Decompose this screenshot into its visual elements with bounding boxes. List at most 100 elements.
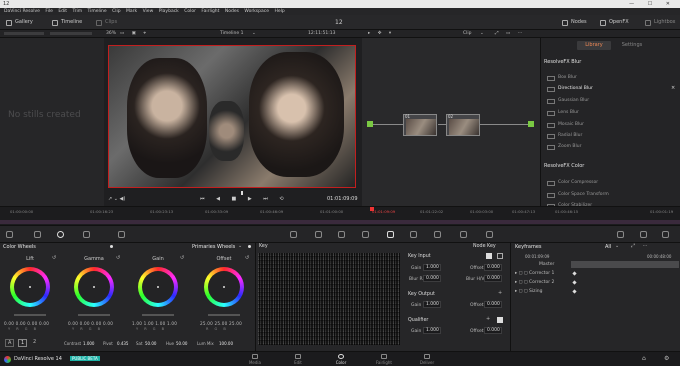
gamma-values[interactable]: 0.00 0.00 0.00 0.00 (68, 321, 113, 326)
lummix-value[interactable]: 100.00 (219, 341, 233, 346)
lift-values[interactable]: 0.00 0.00 0.00 0.00 (4, 321, 49, 326)
keyframe-marker[interactable] (572, 289, 577, 294)
contrast-value[interactable]: 1.000 (83, 341, 94, 346)
page-deliver[interactable]: Deliver (414, 353, 440, 366)
chevron-down-icon[interactable]: ⌄ (480, 30, 484, 38)
keyframe-marker[interactable] (572, 280, 577, 285)
page-a[interactable]: A (5, 339, 15, 347)
close-icon[interactable]: × (671, 85, 675, 91)
page-1[interactable]: 1 (18, 339, 28, 347)
scopes-icon[interactable] (640, 231, 647, 238)
gamma-master-slider[interactable] (78, 314, 110, 316)
pivot-value[interactable]: 0.435 (117, 341, 128, 346)
menu-workspace[interactable]: Workspace (244, 9, 269, 14)
fx-item[interactable]: Radial Blur (547, 131, 677, 140)
openfx-button[interactable]: OpenFX (600, 17, 629, 28)
tab-settings[interactable]: Settings (615, 41, 649, 50)
qualifier-gain-field[interactable]: 1.000 (423, 327, 441, 334)
offset-wheel[interactable] (204, 267, 244, 307)
lift-master-slider[interactable] (14, 314, 46, 316)
gain-wheel[interactable] (138, 267, 178, 307)
page-color[interactable]: Color (328, 353, 354, 366)
chevron-down-icon[interactable]: ⌄ (238, 243, 242, 249)
keyframes-icon[interactable] (617, 231, 624, 238)
output-gain-field[interactable]: 1.000 (423, 301, 441, 308)
menu-fairlight[interactable]: Fairlight (201, 9, 219, 14)
lightbox-button[interactable]: Lightbox (645, 17, 676, 28)
gallery-button[interactable]: Gallery (6, 17, 33, 28)
playback-controls[interactable]: ⏮ ◀ ■ ▶ ⏭ ⟲ (200, 196, 289, 202)
reset-icon[interactable]: ↺ (180, 255, 184, 261)
options-dot-icon[interactable] (110, 245, 113, 248)
color-wheels-icon[interactable] (57, 231, 64, 238)
keyframe-filter[interactable]: All (605, 244, 611, 250)
hue-value[interactable]: 50.00 (176, 341, 187, 346)
scrub-playhead[interactable] (241, 191, 243, 195)
tab-library[interactable]: Library (577, 41, 611, 50)
qualifier-offset-field[interactable]: 0.000 (484, 327, 502, 334)
window-icon[interactable] (338, 231, 345, 238)
page-edit[interactable]: Edit (285, 353, 311, 366)
rgb-mixer-icon[interactable] (83, 231, 90, 238)
blur-icon[interactable] (460, 231, 467, 238)
gain-values[interactable]: 1.00 1.00 1.00 1.00 (132, 321, 177, 326)
fx-item[interactable]: Color Space Transform (547, 190, 677, 199)
fx-item[interactable]: Box Blur (547, 73, 677, 82)
menu-trim[interactable]: Trim (73, 9, 83, 14)
menu-playback[interactable]: Playback (159, 9, 179, 14)
sizing-icon[interactable] (410, 231, 417, 238)
input-gain-field[interactable]: 1.000 (423, 264, 441, 271)
key-input-toggle[interactable] (486, 253, 492, 259)
timeline-playhead[interactable] (370, 207, 374, 211)
chevron-down-icon[interactable]: ⌄ (252, 30, 256, 38)
fx-item-selected[interactable]: Directional Blur (547, 84, 677, 93)
timeline-button[interactable]: Timeline (52, 17, 82, 28)
blur-h-field[interactable]: 0.000 (484, 275, 502, 282)
fx-item[interactable]: Color Compressor (547, 178, 677, 187)
menu-app[interactable]: DaVinci Resolve (4, 9, 40, 14)
menu-view[interactable]: View (143, 9, 154, 14)
viewer-mode-icons[interactable]: ▸ ✥ ▾ (368, 30, 394, 38)
gallery-slider[interactable] (4, 32, 44, 35)
fx-item[interactable]: Mosaic Blur (547, 120, 677, 129)
sat-value[interactable]: 50.00 (145, 341, 156, 346)
qualifier-toggle[interactable] (497, 317, 503, 323)
keyframe-tools[interactable]: ⤢ ⋯ (631, 243, 651, 249)
menu-help[interactable]: Help (274, 9, 284, 14)
gallery-zoom-slider[interactable] (50, 32, 92, 35)
motion-effects-icon[interactable] (118, 231, 125, 238)
viewer-tools[interactable]: ↗ ⌄ ◀) (108, 196, 125, 202)
input-offset-field[interactable]: 0.000 (484, 264, 502, 271)
mini-timeline[interactable]: 01:00:00:00 01:00:16:23 01:00:23:13 01:0… (0, 206, 680, 226)
page-2[interactable]: 2 (31, 339, 38, 345)
add-icon[interactable]: + (498, 290, 502, 296)
camera-raw-icon[interactable] (6, 231, 13, 238)
menu-file[interactable]: File (45, 9, 53, 14)
fx-item[interactable]: Gaussian Blur (547, 96, 677, 105)
reset-icon[interactable]: ↺ (116, 255, 120, 261)
node-output-connector[interactable] (528, 121, 534, 127)
keyframe-marker[interactable] (572, 271, 577, 276)
tracker-icon[interactable] (362, 231, 369, 238)
menu-mark[interactable]: Mark (126, 9, 137, 14)
timeline-selector[interactable]: Timeline 1 (220, 30, 243, 38)
color-match-icon[interactable] (34, 231, 41, 238)
offset-values[interactable]: 25.00 25.00 25.00 (200, 321, 242, 326)
output-offset-field[interactable]: 0.000 (484, 301, 502, 308)
menu-color[interactable]: Color (184, 9, 196, 14)
window-controls[interactable]: — ☐ ✕ (629, 0, 676, 8)
wheels-mode-selector[interactable]: Primaries Wheels (192, 244, 235, 250)
menu-clip[interactable]: Clip (112, 9, 121, 14)
fx-item[interactable]: Zoom Blur (547, 142, 677, 151)
chevron-down-icon[interactable]: ⌄ (615, 243, 619, 249)
reset-icon[interactable]: ↺ (52, 255, 56, 261)
key-input-invert[interactable] (497, 253, 503, 259)
key-icon[interactable] (387, 231, 394, 238)
info-icon[interactable] (662, 231, 669, 238)
add-icon[interactable]: + (486, 316, 490, 322)
reset-icon[interactable]: ↺ (245, 255, 249, 261)
node-view-icons[interactable]: ⤢ ▭ ⋯ (495, 30, 525, 38)
node-01[interactable]: 01 (403, 114, 437, 136)
video-frame[interactable] (108, 45, 356, 188)
options-dot-icon[interactable] (248, 245, 251, 248)
